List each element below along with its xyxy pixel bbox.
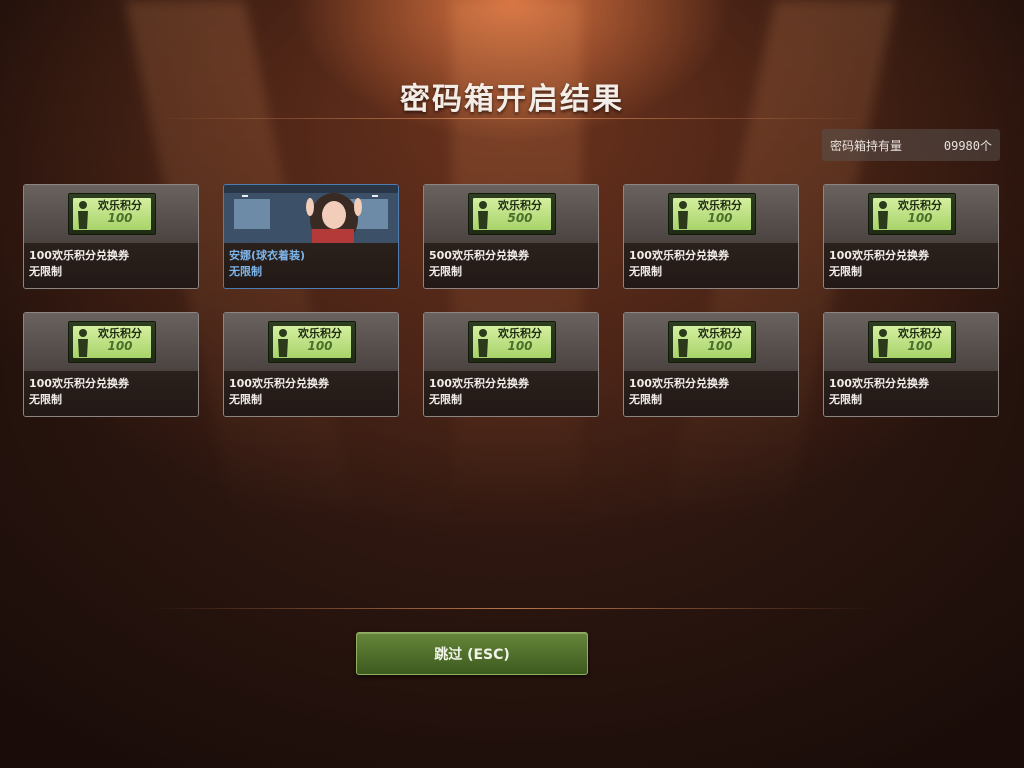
points-ticket-icon: 欢乐积分 100 xyxy=(668,193,756,235)
reward-card[interactable]: 欢乐积分 100 100欢乐积分兑换券 无限制 xyxy=(423,312,599,417)
person-icon xyxy=(78,329,88,357)
reward-limit: 无限制 xyxy=(29,393,62,406)
reward-limit: 无限制 xyxy=(629,265,662,278)
ticket-value: 100 xyxy=(907,339,933,353)
holding-count-panel: 密码箱持有量 09980个 xyxy=(822,129,1000,161)
reward-limit: 无限制 xyxy=(29,265,62,278)
holding-label: 密码箱持有量 xyxy=(830,138,903,153)
reward-limit: 无限制 xyxy=(229,265,262,278)
reward-name: 500欢乐积分兑换券 xyxy=(429,249,529,262)
points-ticket-icon: 欢乐积分 100 xyxy=(868,193,956,235)
reward-name: 100欢乐积分兑换券 xyxy=(229,377,329,390)
points-ticket-icon: 欢乐积分 100 xyxy=(268,321,356,363)
points-ticket-icon: 欢乐积分 500 xyxy=(468,193,556,235)
skip-button[interactable]: 跳过 (ESC) xyxy=(356,632,588,675)
reward-card[interactable]: 欢乐积分 100 100欢乐积分兑换券 无限制 xyxy=(823,184,999,289)
points-ticket-icon: 欢乐积分 100 xyxy=(68,321,156,363)
ticket-value: 100 xyxy=(707,339,733,353)
ticket-value: 100 xyxy=(507,339,533,353)
person-icon xyxy=(278,329,288,357)
top-divider xyxy=(150,118,874,119)
reward-name: 100欢乐积分兑换券 xyxy=(629,377,729,390)
person-icon xyxy=(478,329,488,357)
reward-name: 100欢乐积分兑换券 xyxy=(829,249,929,262)
points-ticket-icon: 欢乐积分 100 xyxy=(468,321,556,363)
reward-card[interactable]: 欢乐积分 100 100欢乐积分兑换券 无限制 xyxy=(623,184,799,289)
reward-card[interactable]: 欢乐积分 100 100欢乐积分兑换券 无限制 xyxy=(823,312,999,417)
ticket-value: 100 xyxy=(907,211,933,225)
reward-limit: 无限制 xyxy=(629,393,662,406)
ticket-value: 100 xyxy=(707,211,733,225)
ticket-value: 500 xyxy=(507,211,533,225)
reward-card[interactable]: 欢乐积分 100 100欢乐积分兑换券 无限制 xyxy=(23,312,199,417)
reward-card[interactable]: 欢乐积分 100 100欢乐积分兑换券 无限制 xyxy=(623,312,799,417)
character-image xyxy=(224,185,398,245)
reward-card[interactable]: 欢乐积分 100 100欢乐积分兑换券 无限制 xyxy=(23,184,199,289)
holding-count: 09980个 xyxy=(943,138,992,153)
points-ticket-icon: 欢乐积分 100 xyxy=(868,321,956,363)
reward-name: 100欢乐积分兑换券 xyxy=(429,377,529,390)
bottom-divider xyxy=(150,608,874,609)
reward-name: 100欢乐积分兑换券 xyxy=(29,377,129,390)
reward-name: 安娜(球衣着装) xyxy=(229,249,306,262)
reward-card[interactable]: 欢乐积分 100 100欢乐积分兑换券 无限制 xyxy=(223,312,399,417)
points-ticket-icon: 欢乐积分 100 xyxy=(68,193,156,235)
points-ticket-icon: 欢乐积分 100 xyxy=(668,321,756,363)
character-portrait xyxy=(224,185,398,245)
person-icon xyxy=(678,201,688,229)
ticket-value: 100 xyxy=(107,339,133,353)
ticket-value: 100 xyxy=(307,339,333,353)
reward-name: 100欢乐积分兑换券 xyxy=(629,249,729,262)
person-icon xyxy=(78,201,88,229)
reward-card[interactable]: 安娜(球衣着装) 无限制 xyxy=(223,184,399,289)
person-icon xyxy=(878,329,888,357)
person-icon xyxy=(478,201,488,229)
ticket-value: 100 xyxy=(107,211,133,225)
person-icon xyxy=(678,329,688,357)
reward-limit: 无限制 xyxy=(429,393,462,406)
reward-name: 100欢乐积分兑换券 xyxy=(829,377,929,390)
reward-name: 100欢乐积分兑换券 xyxy=(29,249,129,262)
reward-limit: 无限制 xyxy=(229,393,262,406)
reward-limit: 无限制 xyxy=(429,265,462,278)
reward-card[interactable]: 欢乐积分 500 500欢乐积分兑换券 无限制 xyxy=(423,184,599,289)
page-title: 密码箱开启结果 xyxy=(400,82,624,117)
reward-limit: 无限制 xyxy=(829,265,862,278)
reward-limit: 无限制 xyxy=(829,393,862,406)
person-icon xyxy=(878,201,888,229)
